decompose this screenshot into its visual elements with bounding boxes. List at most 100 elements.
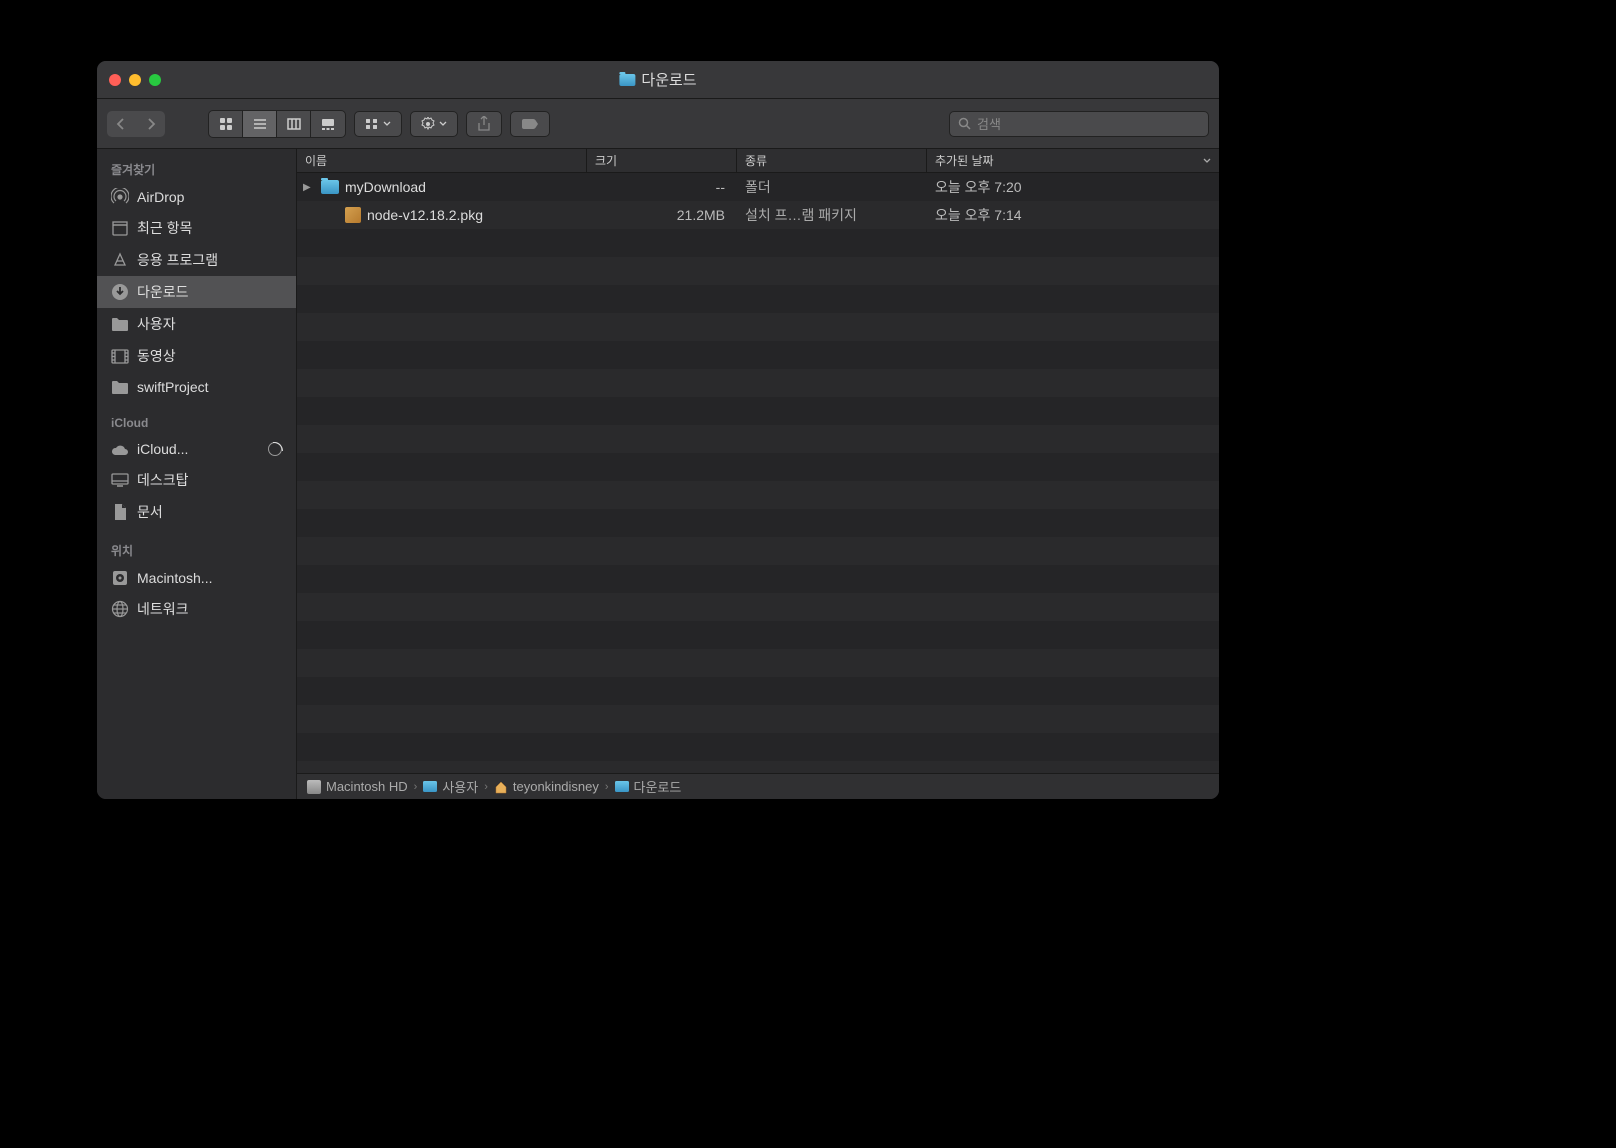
column-header-date[interactable]: 추가된 날짜 bbox=[927, 149, 1219, 172]
view-gallery-button[interactable] bbox=[311, 111, 345, 137]
file-date-cell: 오늘 오후 7:20 bbox=[927, 177, 1219, 197]
toolbar: 검색 bbox=[97, 99, 1219, 149]
file-list[interactable]: ▶ myDownload --폴더오늘 오후 7:20 node-v12.18.2.p… bbox=[297, 173, 1219, 773]
sidebar-item[interactable]: 사용자 bbox=[97, 308, 296, 340]
airdrop-icon bbox=[111, 188, 129, 206]
sidebar-item-label: 문서 bbox=[137, 502, 282, 522]
sidebar-section-header: 즐겨찾기 bbox=[97, 157, 296, 182]
recents-icon bbox=[111, 219, 129, 237]
chevron-down-icon bbox=[383, 121, 391, 126]
documents-icon bbox=[111, 503, 129, 521]
file-area: 이름 크기 종류 추가된 날짜 ▶ myDownload --폴더오늘 오후 7:2… bbox=[297, 149, 1219, 799]
view-icon-button[interactable] bbox=[209, 111, 243, 137]
close-button[interactable] bbox=[109, 74, 121, 86]
file-name-cell: node-v12.18.2.pkg bbox=[297, 207, 587, 223]
path-separator-icon: › bbox=[484, 781, 488, 793]
downloads-icon bbox=[111, 283, 129, 301]
folder-icon bbox=[615, 781, 629, 792]
file-size-cell: -- bbox=[587, 179, 737, 195]
sidebar-item[interactable]: 네트워크 bbox=[97, 593, 296, 625]
titlebar[interactable]: 다운로드 bbox=[97, 61, 1219, 99]
folder-icon bbox=[619, 74, 635, 86]
sidebar-item[interactable]: 동영상 bbox=[97, 340, 296, 372]
sidebar-item-label: swiftProject bbox=[137, 379, 282, 395]
desktop-icon bbox=[111, 471, 129, 489]
main-content: 즐겨찾기AirDrop최근 항목응용 프로그램다운로드사용자동영상swiftPr… bbox=[97, 149, 1219, 799]
sidebar-item[interactable]: 응용 프로그램 bbox=[97, 244, 296, 276]
tag-icon bbox=[521, 118, 539, 130]
path-item-label: 다운로드 bbox=[634, 777, 682, 796]
back-button[interactable] bbox=[107, 111, 135, 137]
disk-icon bbox=[307, 780, 321, 794]
window-title: 다운로드 bbox=[619, 69, 696, 90]
sidebar-item-label: Macintosh... bbox=[137, 570, 282, 586]
search-input[interactable]: 검색 bbox=[949, 111, 1209, 137]
tags-button[interactable] bbox=[510, 111, 550, 137]
chevron-down-icon bbox=[439, 121, 447, 126]
path-item[interactable]: Macintosh HD bbox=[307, 779, 408, 794]
view-list-button[interactable] bbox=[243, 111, 277, 137]
share-button[interactable] bbox=[466, 111, 502, 137]
search-placeholder: 검색 bbox=[977, 114, 1001, 133]
sidebar-item[interactable]: iCloud... bbox=[97, 434, 296, 464]
sidebar-item[interactable]: AirDrop bbox=[97, 182, 296, 212]
path-item[interactable]: 사용자 bbox=[423, 777, 478, 796]
sidebar-item-label: 사용자 bbox=[137, 314, 282, 334]
folder-icon bbox=[111, 378, 129, 396]
disclosure-triangle-icon[interactable]: ▶ bbox=[303, 182, 315, 193]
nav-buttons bbox=[107, 111, 165, 137]
window-title-text: 다운로드 bbox=[641, 69, 696, 90]
path-item[interactable]: 다운로드 bbox=[615, 777, 682, 796]
sidebar-section-header: 위치 bbox=[97, 538, 296, 563]
sidebar-item[interactable]: 데스크탑 bbox=[97, 464, 296, 496]
column-header-size[interactable]: 크기 bbox=[587, 149, 737, 172]
sidebar-item[interactable]: swiftProject bbox=[97, 372, 296, 402]
disk-icon bbox=[111, 569, 129, 587]
minimize-button[interactable] bbox=[129, 74, 141, 86]
file-row[interactable]: ▶ myDownload --폴더오늘 오후 7:20 bbox=[297, 173, 1219, 201]
path-item[interactable]: teyonkindisney bbox=[494, 779, 599, 794]
file-size-cell: 21.2MB bbox=[587, 207, 737, 223]
package-icon bbox=[345, 207, 361, 223]
view-column-button[interactable] bbox=[277, 111, 311, 137]
file-kind-cell: 설치 프…램 패키지 bbox=[737, 205, 927, 225]
sidebar-item-label: 응용 프로그램 bbox=[137, 250, 282, 270]
share-icon bbox=[477, 116, 491, 132]
sidebar-item-label: 동영상 bbox=[137, 346, 282, 366]
finder-window: 다운로드 bbox=[96, 60, 1220, 800]
sidebar-item-label: 네트워크 bbox=[137, 599, 282, 619]
column-header-name[interactable]: 이름 bbox=[297, 149, 587, 172]
column-headers: 이름 크기 종류 추가된 날짜 bbox=[297, 149, 1219, 173]
sidebar-item[interactable]: 문서 bbox=[97, 496, 296, 528]
folder-icon bbox=[423, 781, 437, 792]
maximize-button[interactable] bbox=[149, 74, 161, 86]
sidebar-item[interactable]: Macintosh... bbox=[97, 563, 296, 593]
path-separator-icon: › bbox=[605, 781, 609, 793]
sidebar-item-label: 다운로드 bbox=[137, 282, 282, 302]
arrange-button[interactable] bbox=[354, 111, 402, 137]
progress-indicator-icon bbox=[268, 442, 282, 456]
path-item-label: Macintosh HD bbox=[326, 779, 408, 794]
file-date-cell: 오늘 오후 7:14 bbox=[927, 205, 1219, 225]
path-bar: Macintosh HD › 사용자 › teyonkindisney › 다운로드 bbox=[297, 773, 1219, 799]
action-button[interactable] bbox=[410, 111, 458, 137]
sidebar-item[interactable]: 다운로드 bbox=[97, 276, 296, 308]
gear-icon bbox=[421, 117, 435, 131]
home-icon bbox=[494, 780, 508, 794]
path-separator-icon: › bbox=[414, 781, 418, 793]
file-name-label: myDownload bbox=[345, 179, 426, 195]
forward-button[interactable] bbox=[137, 111, 165, 137]
sidebar: 즐겨찾기 AirDrop 최근 항목응용 프로그램다운로드사용자동영상 swiftPr… bbox=[97, 149, 297, 799]
network-icon bbox=[111, 600, 129, 618]
column-header-kind[interactable]: 종류 bbox=[737, 149, 927, 172]
path-item-label: 사용자 bbox=[442, 777, 478, 796]
sidebar-item[interactable]: 최근 항목 bbox=[97, 212, 296, 244]
sidebar-item-label: AirDrop bbox=[137, 189, 282, 205]
file-row[interactable]: node-v12.18.2.pkg21.2MB설치 프…램 패키지오늘 오후 7… bbox=[297, 201, 1219, 229]
chevron-down-icon bbox=[1203, 158, 1211, 163]
icloud-icon bbox=[111, 440, 129, 458]
traffic-lights bbox=[97, 74, 161, 86]
file-name-cell: ▶ myDownload bbox=[297, 179, 587, 195]
folder-icon bbox=[111, 315, 129, 333]
file-kind-cell: 폴더 bbox=[737, 177, 927, 197]
